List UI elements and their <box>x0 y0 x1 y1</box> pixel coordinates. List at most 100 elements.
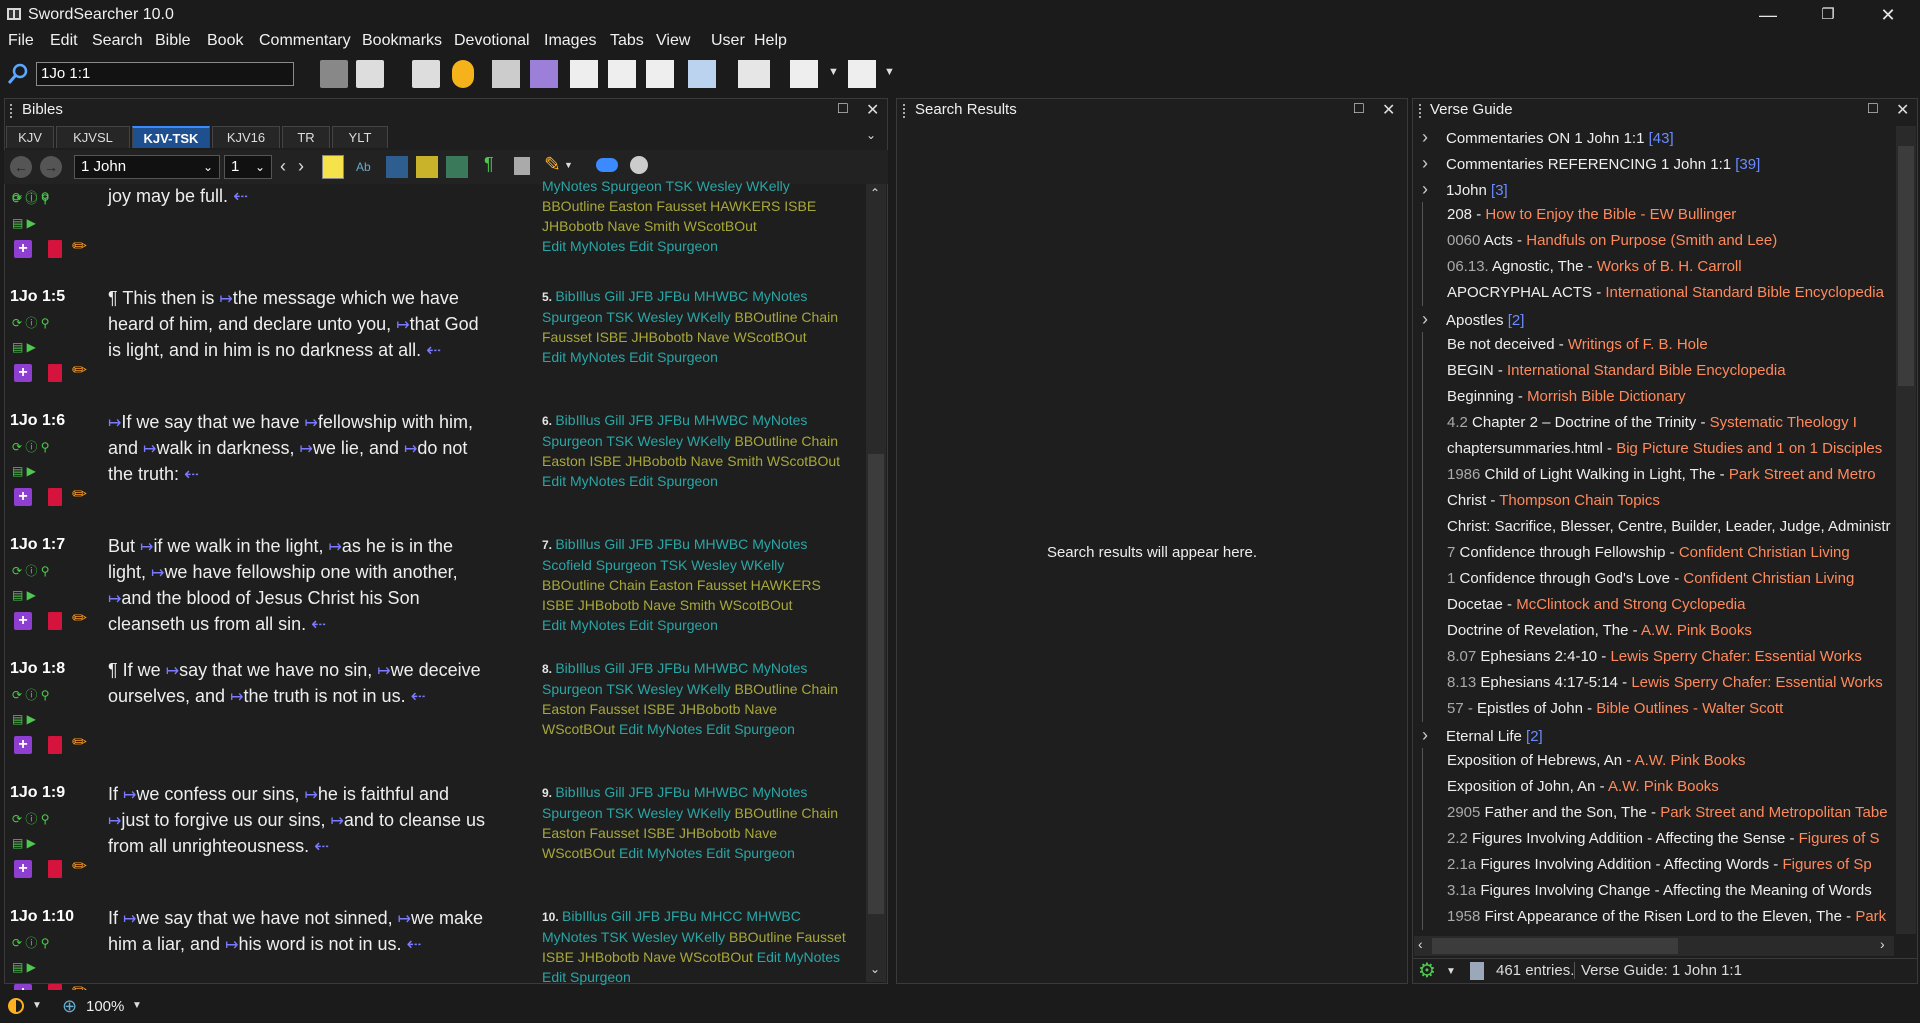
tab-tr[interactable]: TR <box>282 126 330 148</box>
tree-node-item[interactable]: chaptersummaries.html - Big Picture Stud… <box>1412 436 1896 462</box>
menu-tabs[interactable]: Tabs <box>610 32 644 50</box>
menu-images[interactable]: Images <box>544 32 596 50</box>
scroll-up-icon[interactable]: ⌃ <box>870 186 880 200</box>
list-icon[interactable] <box>1470 962 1484 980</box>
layout-icon[interactable] <box>790 60 818 88</box>
restore-button[interactable]: ❐ <box>1798 0 1858 30</box>
prev-chapter-icon[interactable]: ‹ <box>280 156 286 177</box>
close-panel-button[interactable]: ✕ <box>866 100 879 120</box>
menu-bookmarks[interactable]: Bookmarks <box>362 32 442 50</box>
scroll-left-icon[interactable]: ‹ <box>1418 936 1423 952</box>
tree-node-item[interactable]: 208 - How to Enjoy the Bible - EW Bullin… <box>1412 202 1896 228</box>
tree-node-item[interactable]: 1958 First Appearance of the Risen Lord … <box>1412 904 1896 930</box>
tree-node-item[interactable]: 2.2 Figures Involving Addition - Affecti… <box>1412 826 1896 852</box>
hscroll-thumb[interactable] <box>1432 938 1678 954</box>
add-note-button[interactable]: + <box>14 860 32 878</box>
menu-view[interactable]: View <box>656 32 690 50</box>
tree-node-group[interactable]: › Apostles [2] <box>1412 306 1896 332</box>
tree-node-group[interactable]: › Commentaries REFERENCING 1 John 1:1 [39… <box>1412 150 1896 176</box>
tree-node-item[interactable]: Doctrine of Revelation, The - A.W. Pink … <box>1412 618 1896 644</box>
zoom-dropdown-icon[interactable]: ▼ <box>132 1000 142 1011</box>
tab-ylt[interactable]: YLT <box>332 126 388 148</box>
next-chapter-icon[interactable]: › <box>298 156 304 177</box>
cross-reference-links[interactable]: 10. BibIllus Gill JFB JFBu MHCC MHWBC My… <box>542 906 862 987</box>
cross-reference-links[interactable]: 6. BibIllus Gill JFB JFBu MHWBC MyNotes … <box>542 410 862 491</box>
pen-dropdown-icon[interactable]: ▼ <box>564 160 573 170</box>
compare-versions-icon[interactable] <box>356 60 384 88</box>
window-dropdown-icon[interactable]: ▼ <box>884 66 895 78</box>
tree-node-group[interactable]: › Commentaries ON 1 John 1:1 [43] <box>1412 124 1896 150</box>
verse-guide-scroll-thumb[interactable] <box>1898 146 1914 386</box>
menu-file[interactable]: File <box>8 32 34 50</box>
paragraph-icon[interactable]: ¶ <box>484 154 494 175</box>
maximize-panel-button[interactable]: □ <box>838 100 848 118</box>
strongs-icon[interactable]: Ab <box>356 160 371 174</box>
verse-reference[interactable]: 1Jo 1:8 <box>10 660 65 678</box>
bookmark-icon[interactable] <box>48 860 62 878</box>
calendar-icon[interactable] <box>738 60 770 88</box>
bookmark-icon[interactable] <box>48 240 62 258</box>
highlight-icon[interactable] <box>322 155 344 179</box>
verse-play-icon[interactable]: ▤ ▶ <box>12 340 36 354</box>
menu-edit[interactable]: Edit <box>50 32 78 50</box>
split-view-icon[interactable] <box>646 60 674 88</box>
tree-node-item[interactable]: 1 Confidence through God's Love - Confid… <box>1412 566 1896 592</box>
book-select[interactable]: 1 John ⌄ <box>74 155 220 179</box>
menu-user[interactable]: User <box>711 32 745 50</box>
tree-node-item[interactable]: 0060 Acts - Handfuls on Purpose (Smith a… <box>1412 228 1896 254</box>
pencil-icon[interactable]: ✏ <box>72 360 87 381</box>
minimize-button[interactable]: — <box>1738 0 1798 30</box>
menu-devotional[interactable]: Devotional <box>454 32 530 50</box>
maximize-panel-button[interactable]: □ <box>1868 100 1878 118</box>
cross-reference-links[interactable]: 7. BibIllus Gill JFB JFBu MHWBC MyNotes … <box>542 534 862 635</box>
close-panel-button[interactable]: ✕ <box>1896 100 1909 120</box>
tab-kjvsl[interactable]: KJVSL <box>56 126 130 148</box>
rows-view-icon[interactable] <box>608 60 636 88</box>
panel-grip[interactable] <box>10 104 15 118</box>
bookmark-icon[interactable] <box>48 612 62 630</box>
verse-tools-icon[interactable]: ⟳ ⓘ ⚲ <box>12 686 50 703</box>
expand-chevron-icon[interactable]: › <box>1422 150 1440 176</box>
verse-play-icon[interactable]: ▤ ▶ <box>12 216 36 230</box>
layout-dropdown-icon[interactable]: ▼ <box>828 66 839 78</box>
verse-tools-icon[interactable]: ⟳ ⓘ ⚲ <box>12 314 50 331</box>
tree-node-item[interactable]: APOCRYPHAL ACTS - International Standard… <box>1412 280 1896 306</box>
lightbulb-icon[interactable] <box>452 60 474 88</box>
back-icon[interactable]: ← <box>10 156 32 178</box>
gear-dropdown-icon[interactable]: ▼ <box>1446 966 1456 977</box>
expand-chevron-icon[interactable]: › <box>1422 306 1440 332</box>
cloud-icon[interactable] <box>596 158 618 172</box>
search-icon[interactable] <box>6 62 30 86</box>
cross-reference-links[interactable]: MyNotes Spurgeon TSK Wesley WKelly BBOut… <box>542 176 862 256</box>
verse-reference[interactable]: 1Jo 1:9 <box>10 784 65 802</box>
verse-play-icon[interactable]: ▤ ▶ <box>12 960 36 974</box>
tree-node-item[interactable]: Exposition of Hebrews, An - A.W. Pink Bo… <box>1412 748 1896 774</box>
cross-reference-links[interactable]: 8. BibIllus Gill JFB JFBu MHWBC MyNotes … <box>542 658 862 739</box>
pen-icon[interactable]: ✎ <box>544 152 561 177</box>
copy-icon[interactable] <box>320 60 348 88</box>
window-icon[interactable] <box>848 60 876 88</box>
tree-node-item[interactable]: 3.1a Figures Involving Change - Affectin… <box>1412 878 1896 904</box>
document-icon[interactable] <box>688 60 716 88</box>
verse-play-icon[interactable]: ▤ ▶ <box>12 464 36 478</box>
tree-node-item[interactable]: Christ - Thompson Chain Topics <box>1412 488 1896 514</box>
parallel-icon[interactable] <box>386 156 408 178</box>
tree-node-item[interactable]: Exposition of John, An - A.W. Pink Books <box>1412 774 1896 800</box>
pencil-icon[interactable]: ✏ <box>72 484 87 505</box>
tabs-dropdown-icon[interactable]: ⌄ <box>866 128 876 142</box>
tree-node-item[interactable]: 06.13. Agnostic, The - Works of B. H. Ca… <box>1412 254 1896 280</box>
verse-tools-icon[interactable]: ⟳ ⓘ ⚲ <box>12 562 50 579</box>
add-note-button[interactable]: + <box>14 736 32 754</box>
bookmark-icon[interactable] <box>48 736 62 754</box>
cross-reference-links[interactable]: 9. BibIllus Gill JFB JFBu MHWBC MyNotes … <box>542 782 862 863</box>
close-window-button[interactable]: ✕ <box>1858 0 1918 30</box>
tree-node-item[interactable]: 4.2 Chapter 2 – Doctrine of the Trinity … <box>1412 410 1896 436</box>
pencil-icon[interactable]: ✏ <box>72 856 87 877</box>
add-note-button[interactable]: + <box>14 364 32 382</box>
tree-node-item[interactable]: 8.13 Ephesians 4:17-5:14 - Lewis Sperry … <box>1412 670 1896 696</box>
scroll-right-icon[interactable]: › <box>1880 936 1885 952</box>
tree-node-item[interactable]: 2905 Father and the Son, The - Park Stre… <box>1412 800 1896 826</box>
audio-icon[interactable] <box>630 156 648 174</box>
tree-node-item[interactable]: 7 Confidence through Fellowship - Confid… <box>1412 540 1896 566</box>
verse-reference[interactable]: 1Jo 1:5 <box>10 288 65 306</box>
